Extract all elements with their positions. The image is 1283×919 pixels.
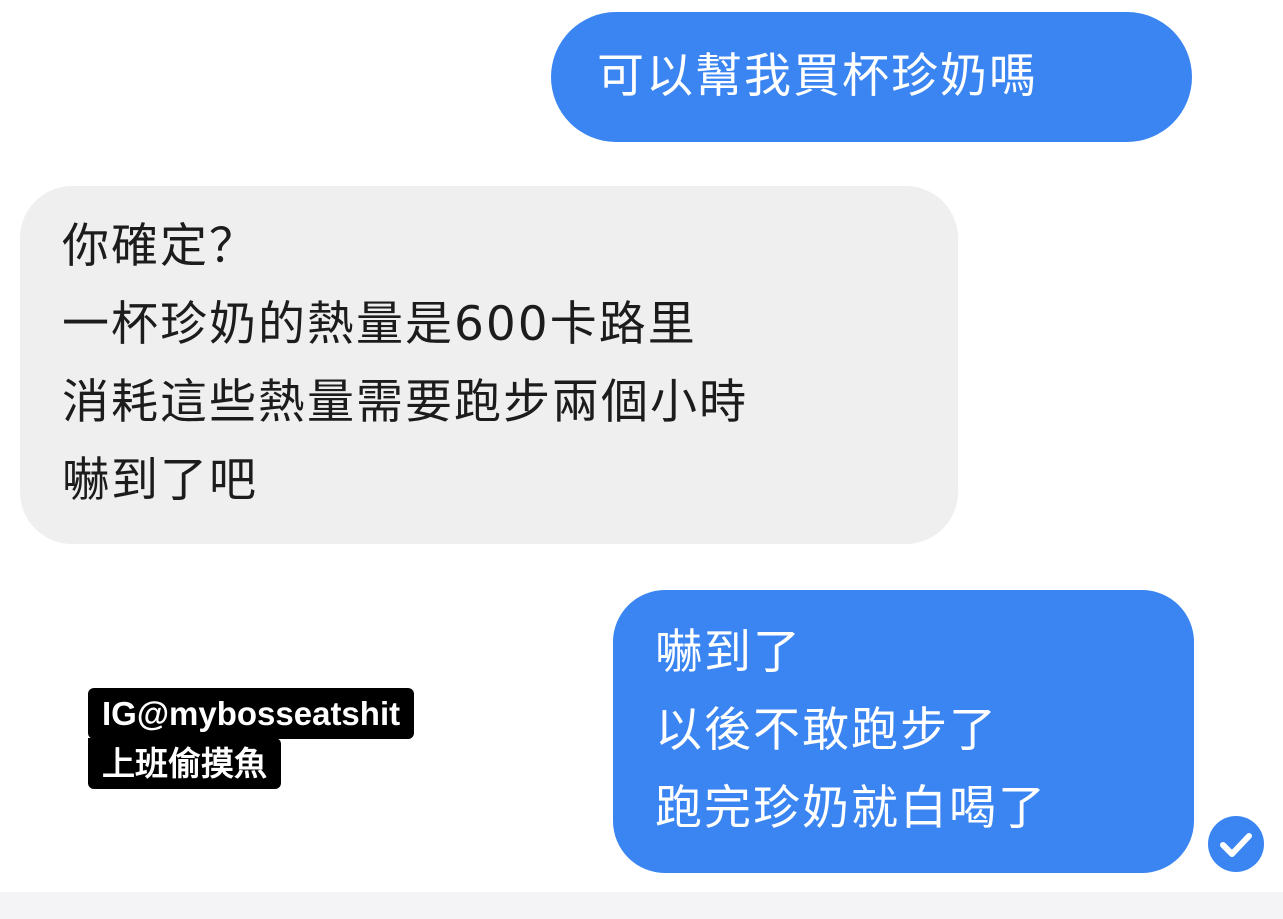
incoming-message-bubble[interactable]: 你確定？ 一杯珍奶的熱量是600卡路里 消耗這些熱量需要跑步兩個小時 嚇到了吧 bbox=[20, 186, 958, 544]
check-circle-icon bbox=[1208, 816, 1264, 872]
message-text-line: 跑完珍奶就白喝了 bbox=[655, 781, 1047, 836]
outgoing-message-bubble[interactable]: 可以幫我買杯珍奶嗎 bbox=[551, 12, 1192, 142]
message-text-line: 你確定？ bbox=[62, 219, 258, 274]
watermark-caption: 上班偷摸魚 bbox=[88, 738, 281, 789]
message-text-line: 嚇到了吧 bbox=[62, 453, 258, 508]
message-text-line: 可以幫我買杯珍奶嗎 bbox=[597, 49, 1038, 104]
message-text-line: 消耗這些熱量需要跑步兩個小時 bbox=[62, 375, 748, 430]
watermark: IG@mybosseatshit 上班偷摸魚 bbox=[88, 688, 415, 789]
message-text-line: 一杯珍奶的熱量是600卡路里 bbox=[62, 297, 697, 352]
message-text-line: 以後不敢跑步了 bbox=[655, 703, 998, 758]
message-text-line: 嚇到了 bbox=[655, 625, 802, 680]
watermark-handle: IG@mybosseatshit bbox=[88, 688, 415, 739]
composer-strip bbox=[0, 892, 1283, 919]
chat-thread: 可以幫我買杯珍奶嗎 你確定？ 一杯珍奶的熱量是600卡路里 消耗這些熱量需要跑步… bbox=[0, 0, 1283, 919]
outgoing-message-bubble[interactable]: 嚇到了 以後不敢跑步了 跑完珍奶就白喝了 bbox=[613, 590, 1194, 873]
